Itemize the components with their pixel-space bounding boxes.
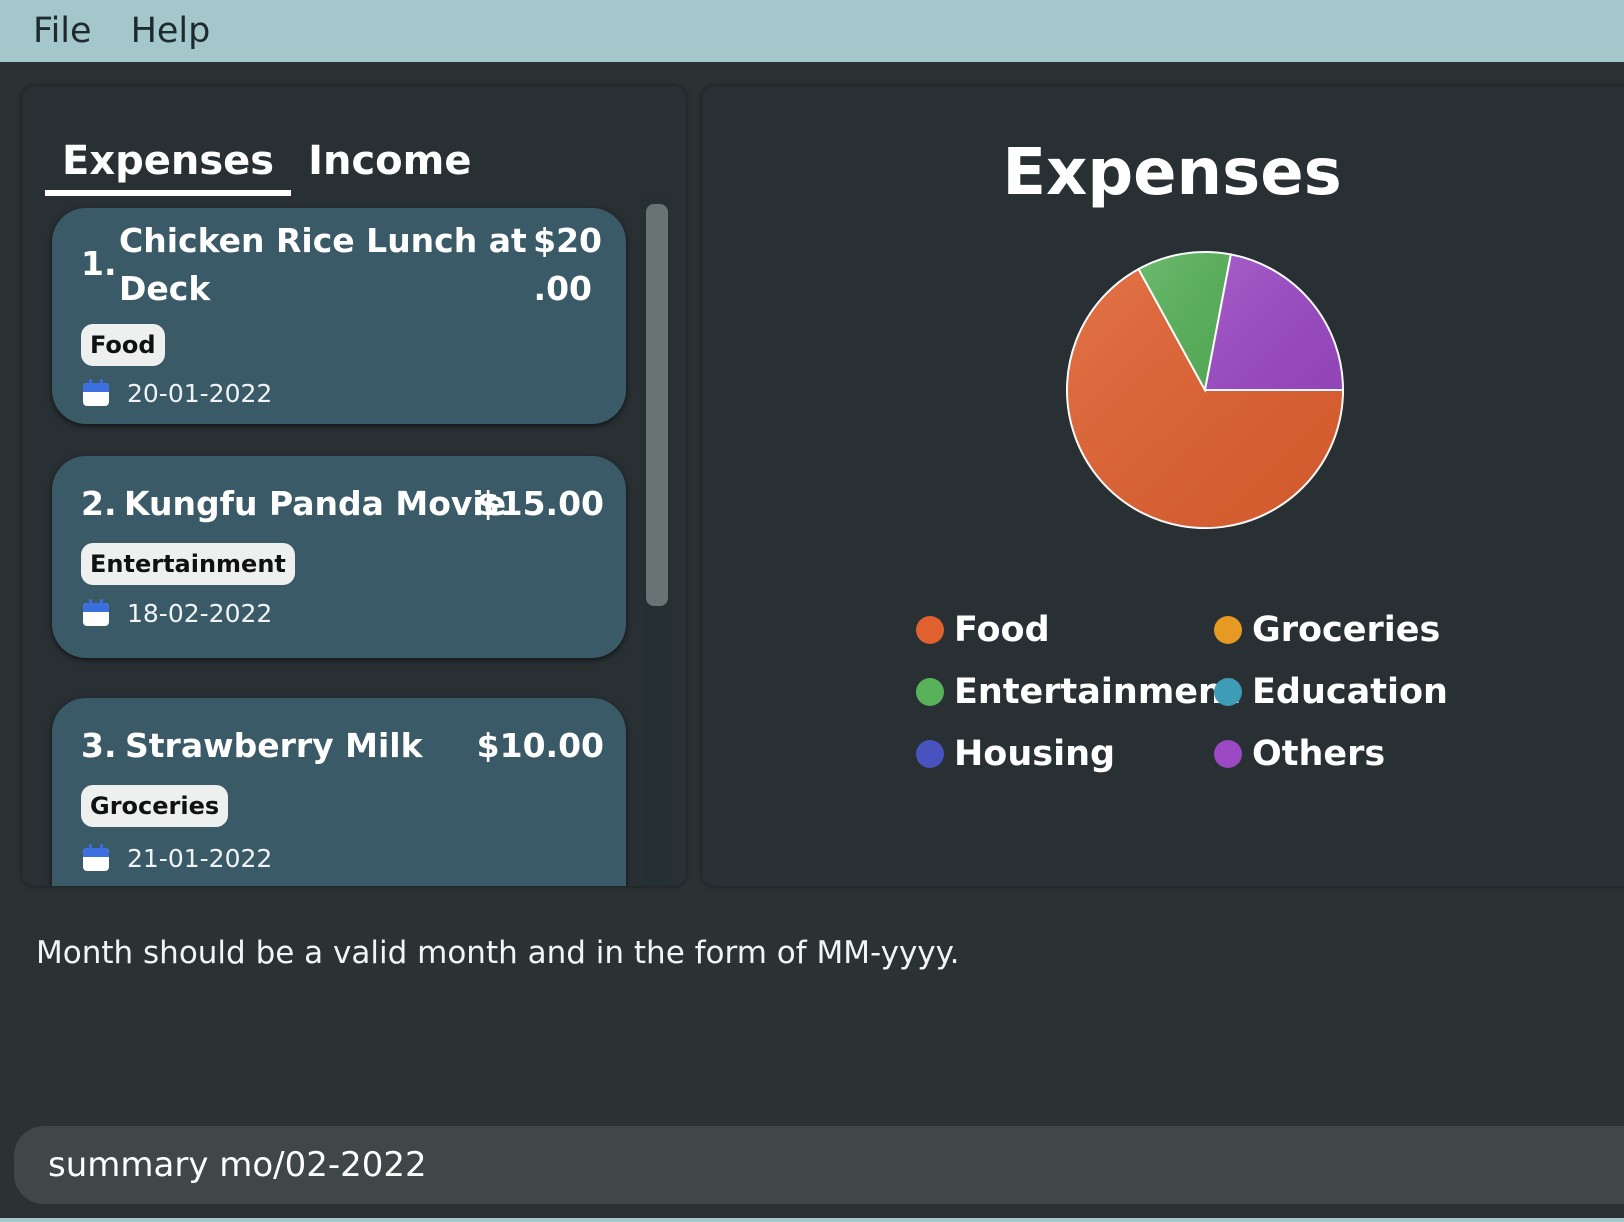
legend-dot-food — [916, 616, 944, 644]
expense-card[interactable]: 2. Kungfu Panda Movie $15.00 Entertainme… — [52, 456, 626, 658]
legend-item-food: Food — [916, 610, 1214, 650]
expense-title: Chicken Rice Lunch at — [119, 221, 527, 260]
legend-item-groceries: Groceries — [1214, 610, 1514, 650]
legend-dot-housing — [916, 740, 944, 768]
expense-amount-cont: .00 — [533, 269, 592, 308]
expense-date-row: 21-01-2022 — [81, 843, 272, 873]
category-tag: Entertainment — [81, 543, 295, 585]
legend-label: Entertainment — [954, 672, 1240, 712]
expense-title: Kungfu Panda Movie — [124, 484, 507, 523]
expense-title: Strawberry Milk — [125, 726, 423, 765]
calendar-icon — [83, 844, 109, 871]
chart-legend: Food Groceries Entertainment Education H… — [916, 610, 1536, 774]
legend-item-education: Education — [1214, 672, 1514, 712]
expense-date: 20-01-2022 — [127, 378, 273, 408]
expense-date-row: 18-02-2022 — [81, 598, 272, 628]
menu-file[interactable]: File — [33, 0, 92, 62]
result-message: Month should be a valid month and in the… — [36, 935, 960, 971]
menu-bar: File Help — [0, 0, 1624, 62]
expense-amount: $15.00 — [476, 484, 604, 523]
expense-card[interactable]: 1. Chicken Rice Lunch at Deck $20 .00 Fo… — [52, 208, 626, 424]
legend-dot-entertainment — [916, 678, 944, 706]
expense-amount: $20 — [533, 221, 602, 260]
legend-item-housing: Housing — [916, 734, 1214, 774]
expense-index: 2. — [81, 484, 117, 523]
expense-title-cont: Deck — [119, 269, 211, 308]
category-tag: Food — [81, 324, 165, 366]
transactions-panel: Expenses Income 1. Chicken Rice Lunch at… — [22, 86, 686, 886]
legend-label: Groceries — [1252, 610, 1441, 650]
menu-help[interactable]: Help — [131, 0, 211, 62]
tab-bar: Expenses Income — [45, 126, 488, 196]
category-tag: Groceries — [81, 785, 229, 827]
legend-label: Food — [954, 610, 1050, 650]
tab-expenses[interactable]: Expenses — [45, 126, 292, 196]
legend-dot-education — [1214, 678, 1242, 706]
expense-date: 21-01-2022 — [127, 843, 273, 873]
legend-item-entertainment: Entertainment — [916, 672, 1240, 712]
expense-index: 3. — [81, 726, 117, 765]
expense-list[interactable]: 1. Chicken Rice Lunch at Deck $20 .00 Fo… — [22, 198, 664, 886]
expense-card[interactable]: 3. Strawberry Milk $10.00 Groceries 21-0… — [52, 698, 626, 886]
scrollbar-thumb[interactable] — [646, 204, 668, 606]
expense-date-row: 20-01-2022 — [81, 378, 272, 408]
expense-date: 18-02-2022 — [127, 598, 273, 628]
expense-index: 1. — [81, 244, 117, 283]
legend-label: Education — [1252, 672, 1448, 712]
legend-label: Others — [1252, 734, 1386, 774]
legend-label: Housing — [954, 734, 1116, 774]
status-bar — [0, 1218, 1624, 1222]
tab-income[interactable]: Income — [291, 126, 488, 196]
legend-dot-others — [1214, 740, 1242, 768]
chart-title: Expenses — [1002, 136, 1342, 210]
calendar-icon — [83, 599, 109, 626]
expense-pie-chart — [1066, 251, 1345, 529]
calendar-icon — [83, 379, 109, 406]
legend-item-others: Others — [1214, 734, 1514, 774]
legend-dot-groceries — [1214, 616, 1242, 644]
expense-amount: $10.00 — [476, 726, 604, 765]
command-input[interactable]: summary mo/02-2022 — [14, 1126, 1624, 1204]
